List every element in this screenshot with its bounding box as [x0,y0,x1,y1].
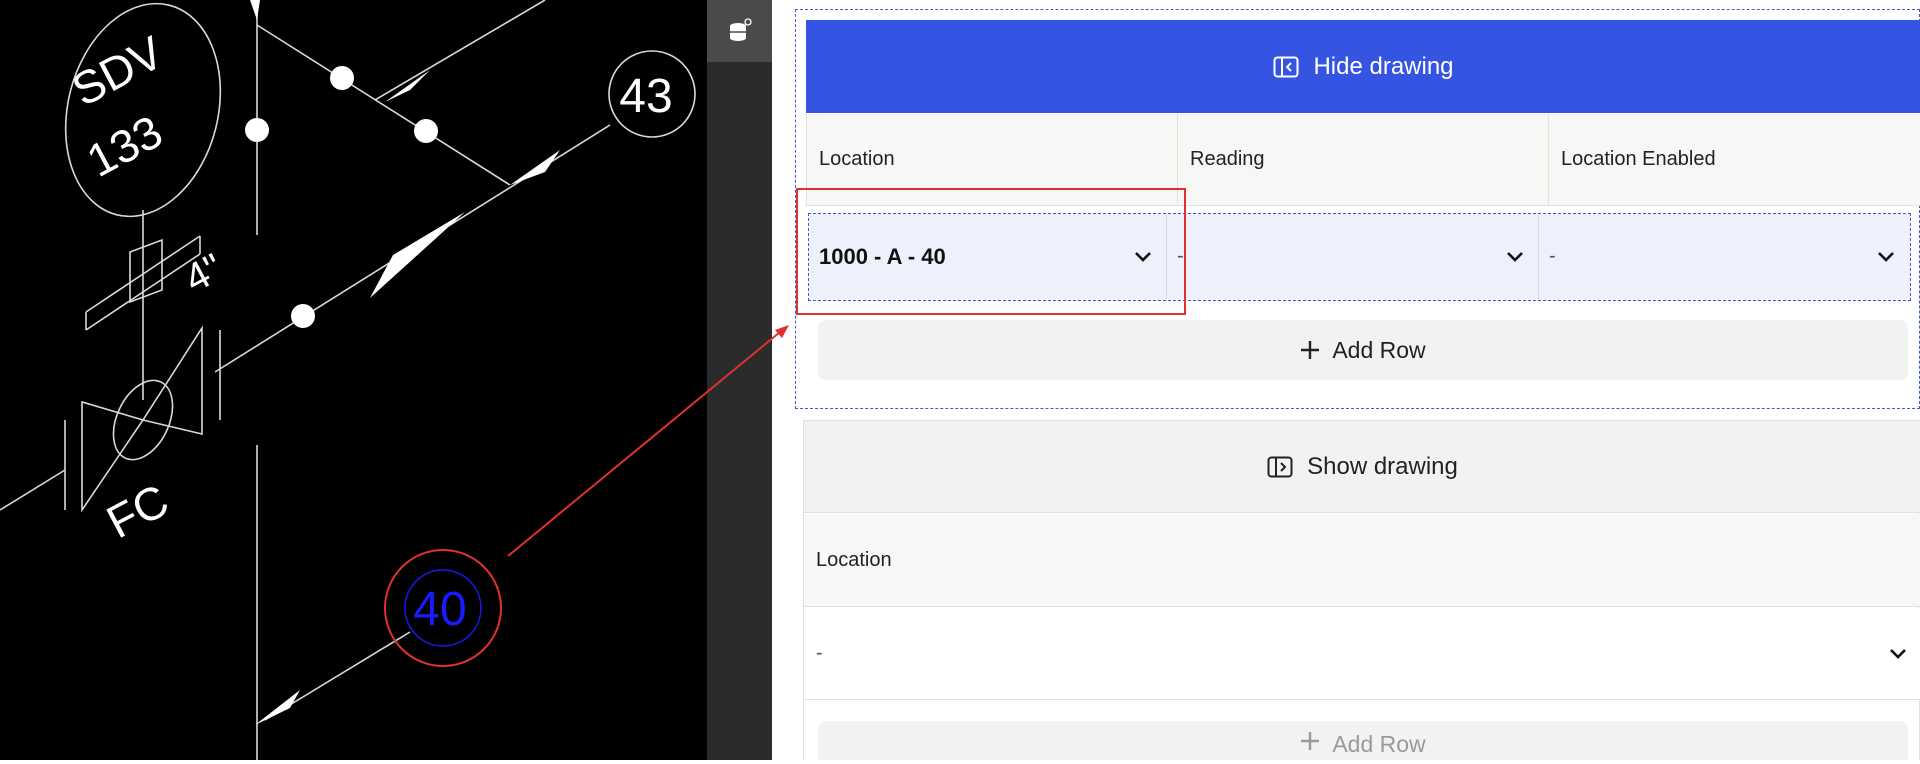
pipe-line [256,24,511,186]
hide-drawing-button[interactable]: Hide drawing [806,20,1920,113]
flow-arrow [255,690,300,725]
pid-drawing: SDV 133 4" FC 43 40 [0,0,696,760]
divider [772,0,782,764]
location-value: - [816,642,823,664]
readings-panel: Show drawing Location - Add Row [803,420,1920,764]
sdv-number-text: 133 [78,105,170,187]
column-header-location: Location [804,514,1920,607]
cylinder-stack-icon [729,18,752,41]
flow-arrow [510,150,560,185]
divider [0,760,1920,764]
junction-dot [330,66,354,90]
bubble-43-text: 43 [619,70,672,123]
header-label: Location [819,148,895,170]
flow-arrow [370,212,465,298]
junction-dot [414,119,438,143]
location-value: 1000 - A - 40 [819,243,946,269]
sdv-tag-text: SDV [64,26,172,116]
column-header-location-enabled: Location Enabled [1548,114,1920,206]
location-select[interactable]: 1000 - A - 40 [809,214,1167,299]
readings-panel-selected: Hide drawing Location Reading Location E… [795,9,1920,409]
header-label: Reading [1190,148,1265,170]
show-drawing-label: Show drawing [1307,452,1458,480]
size-text: 4" [177,246,230,302]
header-label: Location [816,548,892,571]
drawing-toolbar [707,0,772,760]
toolbar-button[interactable] [707,0,772,62]
chevron-down-icon [1135,251,1151,262]
plus-icon [1301,732,1320,750]
chevron-down-icon [1890,648,1906,659]
column-header-location: Location [806,114,1177,206]
header-label: Location Enabled [1561,148,1716,170]
pipe-line [374,0,546,101]
actuator-box [129,238,163,304]
add-row-button[interactable]: Add Row [818,721,1908,764]
flow-arrow [250,0,260,20]
bubble-40-text: 40 [413,583,466,636]
chevron-down-icon [1878,251,1894,262]
column-header-reading: Reading [1177,114,1548,206]
flow-arrow [385,70,430,102]
hide-drawing-label: Hide drawing [1313,52,1454,80]
reading-value: - [1177,245,1184,267]
location-enabled-value: - [1549,245,1556,267]
location-select[interactable]: - [804,608,1920,700]
junction-dot [245,118,269,142]
junction-dot [291,304,315,328]
add-row-button[interactable]: Add Row [818,320,1908,380]
screen: SDV 133 4" FC 43 40 Hide drawing Locatio… [0,0,1920,764]
chevron-down-icon [1507,251,1523,262]
plus-icon [1301,341,1320,359]
valve-mode-text: FC [98,474,177,549]
show-drawing-button[interactable]: Show drawing [804,421,1920,513]
panel-collapse-icon [1273,56,1299,77]
add-row-label: Add Row [1332,336,1426,363]
reading-select[interactable]: - [1167,214,1539,299]
panel-expand-icon [1267,456,1293,477]
pipe-line [0,469,66,511]
location-enabled-select[interactable]: - [1539,214,1909,299]
table-row: 1000 - A - 40 - - [808,213,1911,301]
pid-drawing-canvas[interactable]: SDV 133 4" FC 43 40 [0,0,707,760]
